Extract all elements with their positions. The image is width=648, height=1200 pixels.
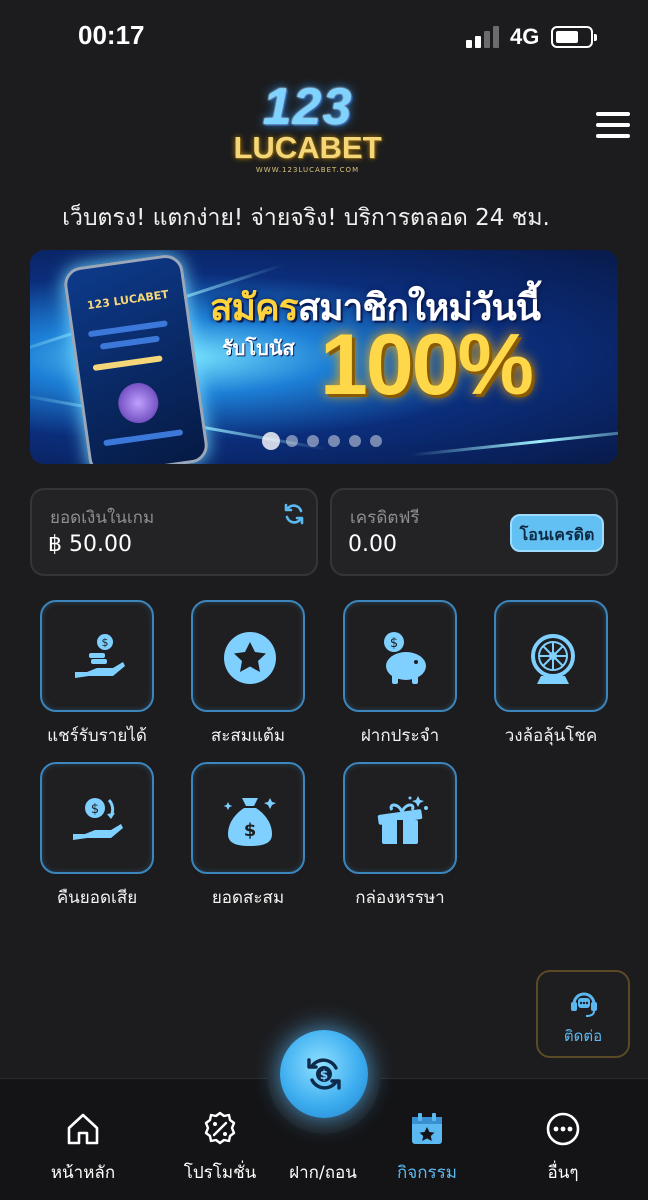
transfer-credit-button[interactable]: โอนเครดิต	[510, 514, 604, 552]
carousel-dot[interactable]	[286, 435, 298, 447]
tile-fixed-deposit[interactable]: $	[343, 600, 457, 712]
carousel-dot[interactable]	[370, 435, 382, 447]
nav-more[interactable]: อื่นๆ	[508, 1079, 618, 1200]
logo-word: LUCABET	[233, 130, 382, 165]
brand-logo[interactable]: 123 LUCABET WWW.123LUCABET.COM	[215, 78, 400, 177]
nav-label: ฝาก/ถอน	[289, 1163, 357, 1183]
tile-label: แชร์รับรายได้	[47, 726, 147, 746]
nav-label: โปรโมชั่น	[183, 1163, 257, 1183]
piggy-bank-icon: $	[384, 632, 426, 684]
carousel-dot[interactable]	[349, 435, 361, 447]
credit-label: เครดิตฟรี	[350, 508, 420, 528]
more-icon	[546, 1112, 580, 1146]
nav-label: กิจกรรม	[396, 1163, 457, 1183]
banner-subtitle: รับโบนัส	[222, 336, 295, 360]
nav-label: หน้าหลัก	[50, 1163, 116, 1183]
tile-share-income[interactable]: $	[40, 600, 154, 712]
tile-collect-points[interactable]	[191, 600, 305, 712]
tile-accumulated[interactable]: $	[191, 762, 305, 874]
balance-label: ยอดเงินในเกม	[50, 508, 155, 528]
svg-text:$: $	[102, 636, 109, 649]
svg-text:$: $	[390, 636, 398, 651]
deposit-withdraw-button[interactable]: $	[280, 1030, 368, 1118]
credit-value: 0.00	[348, 532, 397, 557]
tile-label: กล่องหรรษา	[355, 888, 445, 908]
banner-title-gold: สมัคร	[210, 286, 299, 329]
logo-url: WWW.123LUCABET.COM	[255, 166, 360, 174]
nav-activities[interactable]: กิจกรรม	[372, 1079, 482, 1200]
deposit-withdraw-icon: $	[307, 1058, 341, 1090]
wheel-icon	[531, 634, 575, 684]
promotion-icon	[204, 1111, 236, 1145]
refresh-icon[interactable]	[282, 502, 306, 526]
calendar-star-icon	[412, 1113, 442, 1144]
carousel-dot[interactable]	[307, 435, 319, 447]
cellular-signal-icon	[466, 26, 502, 48]
carousel-dot[interactable]	[328, 435, 340, 447]
star-icon	[224, 632, 276, 684]
banner-percent: 100%	[320, 317, 534, 413]
tile-label: วงล้อลุ้นโชค	[504, 726, 598, 746]
tile-fun-box[interactable]	[343, 762, 457, 874]
promo-banner[interactable]: 123 LUCABET สมัครสมาชิกใหม่วันนี้ รับโบน…	[30, 250, 618, 464]
tile-label: ฝากประจำ	[360, 726, 440, 746]
status-time: 00:17	[78, 20, 145, 50]
gift-box-icon	[377, 796, 428, 844]
coin-hand-icon: $	[75, 634, 125, 678]
svg-text:$: $	[320, 1068, 328, 1082]
balance-value: ฿ 50.00	[48, 532, 132, 557]
money-bag-icon: $	[223, 798, 276, 846]
tile-lucky-wheel[interactable]	[494, 600, 608, 712]
nav-home[interactable]: หน้าหลัก	[28, 1079, 138, 1200]
phone-brand: 123 LUCABET	[86, 287, 170, 313]
carousel-dot[interactable]	[262, 432, 280, 450]
phone-mockup-image: 123 LUCABET	[61, 252, 211, 464]
tile-cashback[interactable]: $	[40, 762, 154, 874]
home-icon	[67, 1113, 99, 1145]
hamburger-menu-icon[interactable]	[596, 110, 632, 142]
cashback-hand-icon: $	[73, 798, 123, 840]
contact-chat-button[interactable]: ติดต่อ	[536, 970, 630, 1058]
network-type: 4G	[510, 24, 540, 49]
tile-label: ยอดสะสม	[211, 888, 285, 908]
logo-number: 123	[262, 78, 353, 136]
game-balance-card: ยอดเงินในเกม ฿ 50.00	[30, 488, 318, 576]
headset-chat-icon	[571, 992, 597, 1017]
chat-label: ติดต่อ	[563, 1027, 603, 1045]
nav-promotion[interactable]: โปรโมชั่น	[165, 1079, 275, 1200]
battery-icon	[551, 26, 597, 48]
tile-label: คืนยอดเสีย	[56, 888, 138, 908]
tile-label: สะสมแต้ม	[210, 726, 286, 746]
svg-text:$: $	[244, 820, 257, 841]
free-credit-card: เครดิตฟรี 0.00 โอนเครดิต	[330, 488, 618, 576]
status-bar: 00:17 4G	[0, 0, 648, 76]
tagline: เว็บตรง! แตกง่าย! จ่ายจริง! บริการตลอด 2…	[62, 205, 550, 231]
nav-label: อื่นๆ	[547, 1163, 579, 1183]
svg-text:$: $	[91, 802, 99, 817]
